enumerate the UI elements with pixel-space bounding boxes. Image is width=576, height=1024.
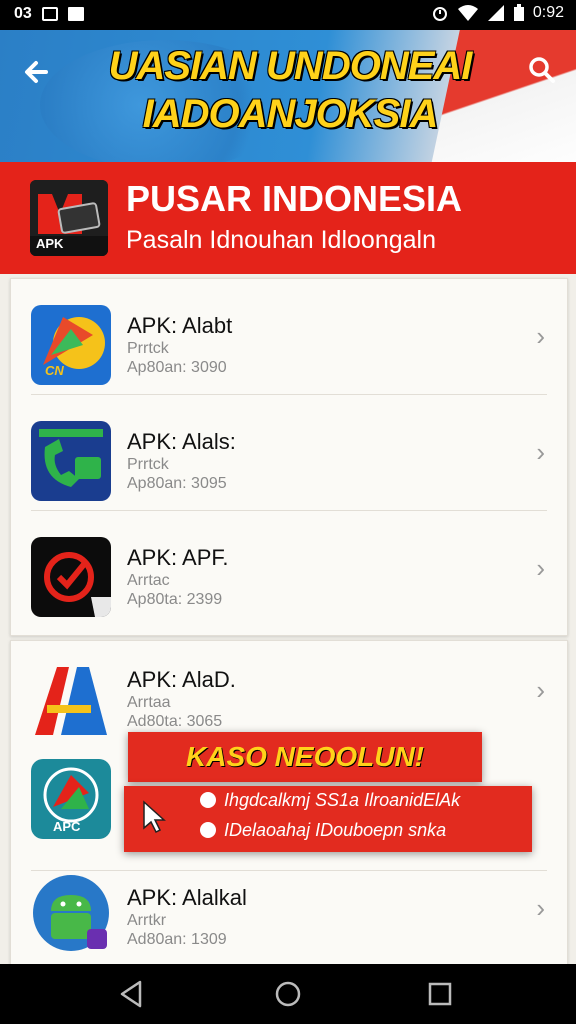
overlay-title: KASO NEOOLUN!: [128, 732, 482, 782]
app-notification-icon: [67, 7, 84, 21]
app-size: Ap80an: 3090: [127, 359, 227, 376]
app-name: APK: Alabt: [127, 313, 233, 338]
chevron-right-icon: ›: [536, 437, 545, 467]
header-title: UASIAN UNDONEAI IADOANJOKSIA: [70, 42, 510, 138]
app-list-item[interactable]: APK: Alals: Prrtck Ap80an: 3095 ›: [11, 395, 567, 511]
battery-icon: [513, 4, 524, 21]
bullet-icon: [200, 792, 216, 808]
chevron-right-icon: ›: [536, 675, 545, 705]
target-app-icon: [31, 537, 111, 617]
status-left-text: 03: [14, 5, 32, 22]
header-title-line1: UASIAN UNDONEAI: [108, 44, 473, 88]
kite-app-icon: CN: [31, 305, 111, 385]
app-type: Prrtck: [127, 456, 169, 473]
promo-title: PUSAR INDONESIA: [126, 178, 463, 219]
app-name: APK: Alals:: [127, 429, 236, 454]
promo-logo-text: APK: [36, 236, 64, 251]
app-list-item[interactable]: CN APK: Alabt Prrtck Ap80an: 3090 ›: [11, 279, 567, 395]
app-list-item[interactable]: APK: APF. Arrtac Ap80ta: 2399 ›: [11, 511, 567, 627]
promo-subtitle: Pasaln Idnouhan Idloongaln: [126, 226, 436, 254]
promo-logo: APK: [30, 180, 108, 256]
wifi-icon: [457, 5, 478, 21]
apc-app-icon: APC: [31, 759, 111, 839]
arrow-left-icon: [25, 61, 48, 83]
app-size: Ap80ta: 2399: [127, 591, 223, 608]
app-list-card: CN APK: Alabt Prrtck Ap80an: 3090 › APK:…: [10, 278, 568, 636]
phone-app-icon: [31, 421, 111, 501]
square-recents-icon: [428, 982, 452, 1006]
signal-icon: [487, 5, 504, 21]
app-type: Arrtaa: [127, 694, 171, 711]
back-button[interactable]: [18, 52, 58, 92]
overlay-line-2: IDelaoahaj IDouboepn snka: [224, 820, 447, 840]
nav-back-button[interactable]: [112, 976, 152, 1012]
overlay-ad[interactable]: KASO NEOOLUN! Ihgdcalkmj SS1a IlroanidEl…: [124, 732, 536, 852]
app-size: Ad80ta: 3065: [127, 713, 223, 730]
app-name: APK: AlaD.: [127, 667, 236, 692]
bullet-icon: [200, 822, 216, 838]
status-bar: 03 0:92: [0, 0, 576, 30]
kite-app-icon-label: CN: [45, 363, 64, 378]
chevron-right-icon: ›: [536, 893, 545, 923]
app-name: APK: Alalkal: [127, 885, 247, 910]
app-size: Ap80an: 3095: [127, 475, 227, 492]
letter-a-app-icon: [31, 659, 111, 739]
chevron-right-icon: ›: [536, 321, 545, 351]
overlay-body: Ihgdcalkmj SS1a IlroanidElAk IDelaoahaj …: [124, 786, 532, 852]
app-name: APK: APF.: [127, 545, 229, 570]
nav-home-button[interactable]: [268, 976, 308, 1012]
header-title-line2: IADOANJOKSIA: [142, 92, 439, 136]
nav-recents-button[interactable]: [420, 976, 460, 1012]
status-time: 0:92: [532, 4, 564, 21]
triangle-back-icon: [120, 980, 142, 1008]
app-type: Prrtck: [127, 340, 169, 357]
app-type: Arrtac: [127, 572, 170, 589]
apc-app-icon-label: APC: [53, 819, 81, 834]
circle-home-icon: [275, 981, 301, 1007]
promo-banner[interactable]: APK PUSAR INDONESIA Pasaln Idnouhan Idlo…: [0, 162, 576, 274]
navigation-bar: [0, 964, 576, 1024]
overlay-line-1: Ihgdcalkmj SS1a IlroanidElAk: [224, 790, 461, 810]
app-type: Arrtkr: [127, 912, 167, 929]
app-size: Ad80an: 1309: [127, 931, 227, 948]
image-notification-icon: [41, 7, 58, 21]
android-app-icon: [31, 873, 111, 953]
cursor-icon: [143, 800, 166, 834]
chevron-right-icon: ›: [536, 553, 545, 583]
search-icon: [529, 57, 555, 83]
search-button[interactable]: [522, 50, 562, 90]
header-banner: UASIAN UNDONEAI IADOANJOKSIA: [0, 30, 576, 162]
app-list-item[interactable]: APK: Alalkal Arrtkr Ad80an: 1309 ›: [11, 855, 567, 971]
alarm-icon: [432, 7, 447, 21]
